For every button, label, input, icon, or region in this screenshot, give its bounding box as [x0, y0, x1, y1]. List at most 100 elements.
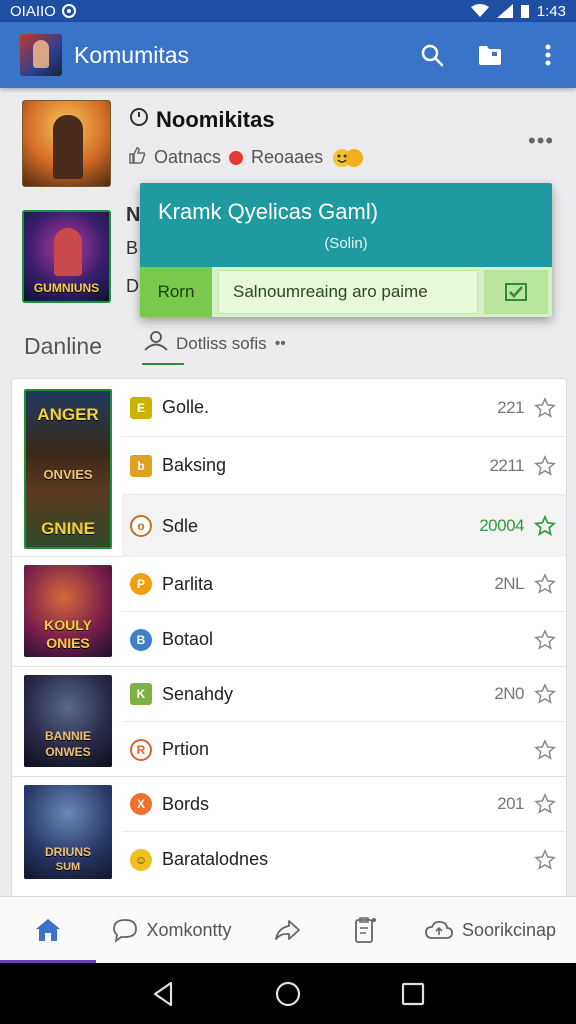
- item-value: 2N0: [494, 684, 524, 703]
- group-thumbnail[interactable]: KOULY ONIES: [24, 565, 112, 657]
- item-label: Parlita: [162, 573, 214, 594]
- second-game-thumbnail[interactable]: GUMNIUNS: [22, 210, 111, 303]
- section-title: Danline: [24, 333, 102, 359]
- item-icon: R: [130, 738, 152, 761]
- list-item[interactable]: K Senahdy 2N0: [122, 667, 566, 722]
- item-icon: X: [130, 793, 152, 815]
- red-dot-icon: [229, 150, 244, 165]
- thumb-caption-bot: ONWES: [45, 745, 91, 759]
- list-item[interactable]: R Prtion: [122, 722, 566, 777]
- star-icon[interactable]: [534, 454, 556, 477]
- item-label: Botaol: [162, 629, 214, 649]
- list-group: BANNIE ONWES K Senahdy 2N0 R Prtion: [12, 667, 566, 777]
- system-navigation-bar: [0, 963, 576, 1024]
- thumb-caption-top: KOULY: [44, 617, 92, 633]
- notification-icon: [61, 4, 76, 18]
- timer-icon: [128, 106, 150, 134]
- star-icon[interactable]: [534, 793, 556, 815]
- featured-game-thumbnail[interactable]: [22, 100, 111, 187]
- section-tab[interactable]: Dotliss sofis ••: [142, 330, 286, 365]
- item-icon: E: [130, 396, 152, 419]
- peek-initial: N: [126, 204, 141, 226]
- popup-text-field[interactable]: Salnoumreaing aro paime: [218, 270, 478, 314]
- home-icon: [36, 919, 60, 941]
- app-bar: Komumitas: [0, 22, 576, 88]
- popup-title: Kramk Qyelicas Gaml): [158, 199, 379, 224]
- featured-title: Noomikitas: [128, 106, 275, 134]
- star-icon[interactable]: [534, 573, 556, 595]
- nav-home[interactable]: [0, 897, 96, 964]
- list-item[interactable]: o Sdle 20004: [122, 495, 566, 557]
- popup-subtitle: (Solin): [324, 235, 368, 252]
- wifi-icon: [470, 4, 489, 18]
- star-icon[interactable]: [534, 628, 556, 651]
- item-icon: ☺: [130, 848, 152, 871]
- featured-meta: Oatnacs Reoaaes: [128, 146, 365, 169]
- list-item[interactable]: b Baksing 2211: [122, 437, 566, 495]
- popup-confirm-button[interactable]: [484, 270, 548, 314]
- status-time: 1:43: [536, 2, 566, 20]
- cloud-icon: [425, 920, 453, 939]
- nav-cloud[interactable]: Soorikcinap: [404, 897, 576, 964]
- star-icon[interactable]: [534, 738, 556, 761]
- recents-icon[interactable]: [399, 980, 427, 1008]
- item-icon: K: [130, 683, 152, 705]
- star-icon[interactable]: [534, 396, 556, 419]
- search-icon[interactable]: [418, 41, 446, 69]
- star-icon[interactable]: [534, 848, 556, 871]
- item-value: 201: [497, 794, 524, 813]
- home-circle-icon[interactable]: [274, 980, 302, 1008]
- list-item[interactable]: B Botaol: [122, 612, 566, 667]
- group-thumbnail[interactable]: DRIUNS SUM: [24, 785, 112, 879]
- folder-icon[interactable]: [476, 41, 504, 69]
- peek-d: D: [126, 276, 139, 296]
- item-label: Senahdy: [162, 683, 234, 704]
- share-icon: [275, 920, 300, 940]
- nav-share[interactable]: [248, 897, 326, 964]
- star-icon[interactable]: [534, 683, 556, 705]
- person-icon: [142, 330, 168, 357]
- item-value: 221: [497, 397, 524, 417]
- list-item[interactable]: E Golle. 221: [122, 379, 566, 437]
- item-value: 2211: [489, 455, 524, 475]
- list-item[interactable]: X Bords 201: [122, 777, 566, 832]
- item-label: Bords: [162, 793, 210, 814]
- bottom-navigation: Xomkontty Soorikcinap: [0, 896, 576, 963]
- more-vert-icon[interactable]: [534, 41, 562, 69]
- app-logo: [20, 34, 62, 76]
- section-header: Danline Dotliss sofis ••: [24, 330, 564, 365]
- more-horiz-icon[interactable]: •••: [528, 128, 554, 154]
- featured-meta-left: Oatnacs: [154, 147, 222, 167]
- list-item[interactable]: P Parlita 2NL: [122, 557, 566, 612]
- group-thumbnail[interactable]: ANGER ONVIES GNINE: [24, 389, 112, 549]
- popup-action-button[interactable]: Rorn: [140, 267, 212, 317]
- thumbs-up-icon[interactable]: [128, 146, 146, 169]
- app-title: Komumitas: [74, 41, 190, 68]
- item-label: Baksing: [162, 455, 227, 475]
- game-popup: Kramk Qyelicas Gaml) (Solin) Rorn Salnou…: [140, 183, 552, 317]
- thumb-caption-mid: ONVIES: [43, 467, 93, 482]
- group-thumbnail[interactable]: BANNIE ONWES: [24, 675, 112, 767]
- thumb-caption-top: DRIUNS: [44, 845, 91, 859]
- list-group: DRIUNS SUM X Bords 201 ☺ Baratalodnes: [12, 777, 566, 897]
- back-icon[interactable]: [149, 980, 177, 1008]
- nav-clipboard[interactable]: [326, 897, 404, 964]
- thumb-caption-bot: GNINE: [41, 519, 95, 538]
- status-bar: OIAIIO 1:43: [0, 0, 576, 22]
- featured-title-text: Noomikitas: [156, 107, 275, 132]
- item-label: Golle.: [162, 397, 210, 417]
- emoji-icon: [331, 147, 365, 169]
- item-label: Baratalodnes: [162, 849, 269, 869]
- game-list: ANGER ONVIES GNINE E Golle. 221 b Baksin…: [11, 378, 567, 898]
- item-label: Prtion: [162, 739, 210, 759]
- list-group: ANGER ONVIES GNINE E Golle. 221 b Baksin…: [12, 379, 566, 557]
- list-item[interactable]: ☺ Baratalodnes: [122, 832, 566, 887]
- thumb-caption-top: BANNIE: [44, 729, 91, 743]
- star-icon[interactable]: [534, 515, 556, 537]
- nav-community[interactable]: Xomkontty: [96, 897, 248, 964]
- thumb-caption-bot: SUM: [55, 861, 81, 873]
- status-left-text: OIAIIO: [10, 2, 56, 20]
- item-icon: o: [130, 515, 152, 537]
- item-label: Sdle: [162, 515, 199, 536]
- nav-community-label: Xomkontty: [146, 919, 232, 940]
